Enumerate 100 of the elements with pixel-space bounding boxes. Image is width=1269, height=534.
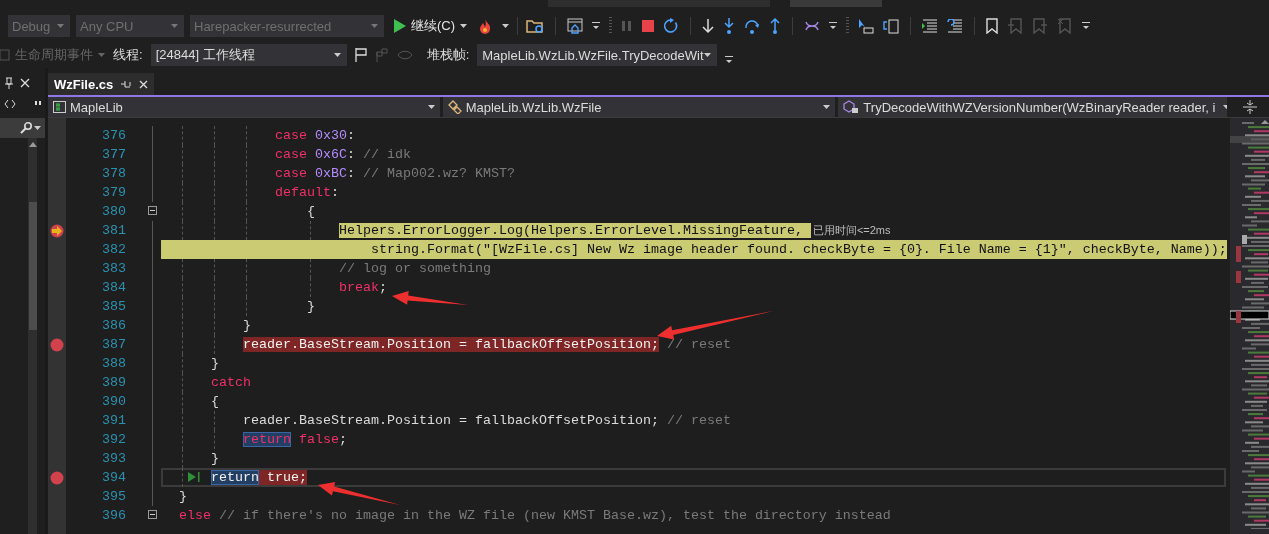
line-number: 381 <box>101 222 126 240</box>
method-lock-icon <box>843 100 860 114</box>
restart-icon[interactable] <box>663 18 680 34</box>
caret-icon <box>823 105 831 109</box>
line-number: 385 <box>101 298 126 316</box>
code-line: } <box>211 356 219 371</box>
window-home-icon[interactable] <box>567 18 584 34</box>
line-number: 393 <box>101 450 126 468</box>
caret-icon <box>371 24 378 28</box>
search-bar[interactable] <box>0 118 45 138</box>
code-line: else // if there's no image in the WZ file (new KMST Base.wz), test the directory instead <box>179 508 891 523</box>
overflow-icon[interactable] <box>1082 22 1091 30</box>
project-dropdown[interactable]: MapleLib <box>48 97 440 117</box>
line-number: 376 <box>101 127 126 145</box>
bookmark-icon[interactable] <box>986 18 999 34</box>
play-icon <box>394 19 406 33</box>
overflow-icon[interactable] <box>829 22 838 30</box>
search-icon[interactable] <box>20 122 32 134</box>
code-line: { <box>307 204 315 219</box>
indent-icon[interactable] <box>922 19 939 33</box>
code-line: } <box>307 299 315 314</box>
caret-icon <box>333 53 341 57</box>
member-dropdown[interactable]: TryDecodeWithWZVersionNumber(WzBinaryReader reader, i <box>838 97 1227 117</box>
current-statement-highlight: Helpers.ErrorLogger.Log(Helpers.ErrorLevel.MissingFeature, <box>339 223 811 238</box>
collapse-icon[interactable] <box>148 510 157 519</box>
line-number: 396 <box>101 507 126 525</box>
code-line: reader.BaseStream.Position = fallbackOffsetPosition; // reset <box>243 413 731 428</box>
folder-search-icon[interactable] <box>526 18 545 34</box>
close-icon[interactable] <box>139 79 149 89</box>
thread-dropdown[interactable]: [24844] 工作线程 <box>150 44 347 66</box>
code-line: // log or something <box>339 261 491 276</box>
line-number: 383 <box>101 260 126 278</box>
caret-icon <box>704 53 712 57</box>
overflow-icon[interactable] <box>725 56 734 64</box>
code-line: case 0xBC: // Map002.wz? KMST? <box>275 166 515 181</box>
collapse-icon[interactable] <box>148 206 157 215</box>
step-out-icon[interactable] <box>769 18 782 34</box>
stack-frame-dropdown[interactable]: MapleLib.WzLib.WzFile.TryDecodeWit <box>477 44 718 66</box>
continue-button[interactable]: 继续(C) <box>390 15 472 37</box>
document-tab[interactable]: WzFile.cs <box>48 73 155 95</box>
pin-icon[interactable] <box>121 80 132 88</box>
csharp-icon <box>53 101 66 113</box>
close-icon[interactable] <box>20 78 30 88</box>
breakpoint-icon[interactable] <box>50 337 64 352</box>
code-line: } <box>179 489 187 504</box>
line-number: 391 <box>101 412 126 430</box>
scrollbar[interactable] <box>28 138 37 534</box>
cursor-icon[interactable] <box>858 18 875 34</box>
line-number: 379 <box>101 184 126 202</box>
line-number: 380 <box>101 203 126 221</box>
type-dropdown[interactable]: MapleLib.WzLib.WzFile <box>442 97 836 117</box>
line-number: 389 <box>101 374 126 392</box>
caret-icon <box>34 126 41 130</box>
line-number: 377 <box>101 146 126 164</box>
code-line: default: <box>275 185 339 200</box>
breakpoint-icon[interactable] <box>50 470 64 485</box>
line-number: 388 <box>101 355 126 373</box>
stack-frame-label: 堆栈帧: <box>426 46 470 64</box>
class-icon <box>447 100 462 114</box>
step-over-icon[interactable] <box>744 18 761 34</box>
documents-icon[interactable] <box>883 18 900 34</box>
code-line: { <box>211 394 219 409</box>
stop-icon[interactable] <box>642 20 655 32</box>
breakpoint-highlight: true; <box>259 470 307 485</box>
line-number: 394 <box>101 469 126 487</box>
line-number: 390 <box>101 393 126 411</box>
code-line: break; <box>339 280 387 295</box>
reference-highlight: return <box>243 432 291 447</box>
breakpoint-arrow-icon[interactable] <box>50 223 64 238</box>
code-line: } <box>243 318 251 333</box>
line-number: 387 <box>101 336 126 354</box>
outdent-icon[interactable] <box>947 19 964 33</box>
split-icon[interactable] <box>1242 100 1257 114</box>
quote-icon[interactable] <box>35 101 41 107</box>
pin-icon[interactable] <box>4 77 14 89</box>
flag-icon[interactable] <box>354 48 367 62</box>
code-line: } <box>211 451 219 466</box>
elapsed-time-hint: 已用时间<=2ms <box>812 224 891 236</box>
line-number: 378 <box>101 165 126 183</box>
caret-icon <box>427 105 435 109</box>
scrollbar-thumb[interactable] <box>28 202 37 330</box>
code-icon[interactable] <box>4 99 16 109</box>
code-line: false; <box>298 432 347 447</box>
code-line: string.Format("[WzFile.cs] New Wz image header found. checkByte = {0}. File Name = {1}", checkByte, Name)); <box>371 242 1227 257</box>
caret-icon <box>460 24 468 28</box>
caret-icon <box>57 24 64 28</box>
arrow-down-icon[interactable] <box>702 18 715 34</box>
scroll-up-icon[interactable] <box>28 142 37 147</box>
caret-icon <box>171 24 178 28</box>
minimap-drawing[interactable] <box>1230 118 1269 529</box>
caret-icon <box>502 24 510 28</box>
line-number: 382 <box>101 241 126 259</box>
run-to-click-icon[interactable] <box>188 471 200 483</box>
code-line: catch <box>211 375 251 390</box>
lifecycle-icon <box>0 49 10 61</box>
thread-label: 线程: <box>113 46 143 64</box>
breakpoint-highlight: reader.BaseStream.Position = fallbackOffsetPosition; <box>243 337 659 352</box>
overflow-icon[interactable] <box>592 22 601 30</box>
step-into-icon[interactable] <box>723 18 736 34</box>
line-number: 386 <box>101 317 126 335</box>
